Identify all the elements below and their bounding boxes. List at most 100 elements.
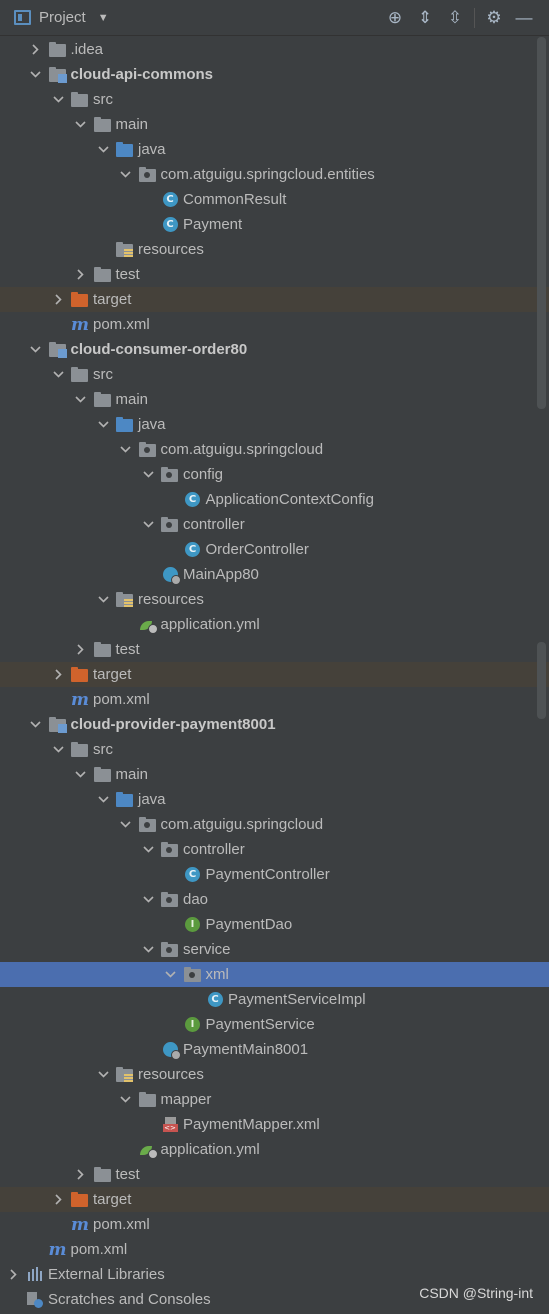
tree-item-label: main — [115, 116, 149, 133]
chevron-down-icon[interactable] — [119, 437, 133, 462]
tree-row[interactable]: C CommonResult — [0, 187, 549, 212]
chevron-right-icon[interactable] — [74, 637, 88, 662]
tree-row[interactable]: m pom.xml — [0, 1237, 549, 1262]
tree-row[interactable]: java — [0, 412, 549, 437]
locate-icon[interactable]: ⊕ — [380, 3, 410, 33]
chevron-right-icon[interactable] — [74, 262, 88, 287]
chevron-down-icon[interactable] — [74, 387, 88, 412]
chevron-down-icon[interactable] — [141, 837, 155, 862]
tree-row[interactable]: src — [0, 87, 549, 112]
tree-row[interactable]: m pom.xml — [0, 1212, 549, 1237]
tree-row[interactable]: test — [0, 637, 549, 662]
settings-icon[interactable]: ⚙ — [479, 3, 509, 33]
chevron-down-icon[interactable] — [141, 512, 155, 537]
chevron-down-icon[interactable] — [96, 787, 110, 812]
tree-row[interactable]: dao — [0, 887, 549, 912]
tree-row[interactable]: application.yml — [0, 612, 549, 637]
tree-row[interactable]: I PaymentService — [0, 1012, 549, 1037]
tree-row[interactable]: src — [0, 362, 549, 387]
chevron-right-icon[interactable] — [6, 1262, 20, 1287]
hide-icon[interactable]: — — [509, 3, 539, 33]
project-view-selector[interactable]: Project ▼ — [14, 9, 109, 26]
tree-row[interactable]: src — [0, 737, 549, 762]
chevron-down-icon[interactable] — [96, 412, 110, 437]
tree-row[interactable]: java — [0, 137, 549, 162]
chevron-down-icon[interactable] — [141, 462, 155, 487]
tree-row[interactable]: m pom.xml — [0, 312, 549, 337]
tree-row[interactable]: main — [0, 762, 549, 787]
tree-row[interactable]: com.atguigu.springcloud — [0, 437, 549, 462]
tree-row[interactable]: xml — [0, 962, 549, 987]
chevron-down-icon[interactable] — [141, 887, 155, 912]
tree-row[interactable]: resources — [0, 587, 549, 612]
tree-row[interactable]: config — [0, 462, 549, 487]
chevron-down-icon[interactable] — [51, 87, 65, 112]
chevron-right-icon[interactable] — [51, 662, 65, 687]
tree-row[interactable]: resources — [0, 237, 549, 262]
tree-item-label: PaymentMain8001 — [183, 1041, 309, 1058]
chevron-down-icon[interactable] — [141, 937, 155, 962]
chevron-down-icon[interactable] — [96, 137, 110, 162]
tree-row[interactable]: java — [0, 787, 549, 812]
package-icon — [138, 816, 157, 834]
tree-row[interactable]: PaymentMain8001 — [0, 1037, 549, 1062]
chevron-down-icon[interactable] — [51, 737, 65, 762]
tree-row[interactable]: main — [0, 112, 549, 137]
chevron-down-icon[interactable] — [51, 362, 65, 387]
tree-row[interactable]: com.atguigu.springcloud — [0, 812, 549, 837]
tree-row[interactable]: service — [0, 937, 549, 962]
tree-row[interactable]: m pom.xml — [0, 687, 549, 712]
tree-row[interactable]: .idea — [0, 37, 549, 62]
chevron-down-icon[interactable] — [96, 587, 110, 612]
tree-row[interactable]: target — [0, 1187, 549, 1212]
chevron-down-icon[interactable] — [119, 162, 133, 187]
scrollbar-thumb-secondary[interactable] — [537, 642, 546, 719]
tree-row[interactable]: C PaymentServiceImpl — [0, 987, 549, 1012]
tree-item-label: MainApp80 — [183, 566, 259, 583]
chevron-down-icon[interactable] — [119, 812, 133, 837]
tree-row[interactable]: <> PaymentMapper.xml — [0, 1112, 549, 1137]
tree-item-label: java — [138, 141, 166, 158]
chevron-down-icon[interactable] — [96, 1062, 110, 1087]
tree-row[interactable]: cloud-api-commons — [0, 62, 549, 87]
arrow-spacer — [51, 312, 65, 337]
tree-row[interactable]: controller — [0, 837, 549, 862]
tree-row[interactable]: com.atguigu.springcloud.entities — [0, 162, 549, 187]
tree-row[interactable]: resources — [0, 1062, 549, 1087]
tree-row[interactable]: cloud-consumer-order80 — [0, 337, 549, 362]
scrollbar-thumb[interactable] — [537, 37, 546, 409]
expand-all-icon[interactable]: ⇕ — [410, 3, 440, 33]
tree-row[interactable]: I PaymentDao — [0, 912, 549, 937]
tree-row[interactable]: C PaymentController — [0, 862, 549, 887]
tree-row[interactable]: target — [0, 287, 549, 312]
chevron-down-icon[interactable] — [164, 962, 178, 987]
tree-row[interactable]: C ApplicationContextConfig — [0, 487, 549, 512]
chevron-right-icon[interactable] — [29, 37, 43, 62]
collapse-all-icon[interactable]: ⇳ — [440, 3, 470, 33]
tree-row[interactable]: cloud-provider-payment8001 — [0, 712, 549, 737]
tree-row[interactable]: main — [0, 387, 549, 412]
tree-row[interactable]: C Payment — [0, 212, 549, 237]
tree-row[interactable]: C OrderController — [0, 537, 549, 562]
tree-row[interactable]: External Libraries — [0, 1262, 549, 1287]
chevron-down-icon[interactable] — [29, 712, 43, 737]
chevron-down-icon[interactable] — [29, 337, 43, 362]
tree-row[interactable]: test — [0, 1162, 549, 1187]
package-icon — [138, 441, 157, 459]
chevron-down-icon[interactable] — [74, 112, 88, 137]
tree-item-label: config — [183, 466, 224, 483]
chevron-down-icon[interactable] — [119, 1087, 133, 1112]
tree-row[interactable]: test — [0, 262, 549, 287]
chevron-right-icon[interactable] — [74, 1162, 88, 1187]
tree-row[interactable]: application.yml — [0, 1137, 549, 1162]
chevron-right-icon[interactable] — [51, 1187, 65, 1212]
chevron-down-icon[interactable] — [74, 762, 88, 787]
tree-row[interactable]: MainApp80 — [0, 562, 549, 587]
tree-row[interactable]: mapper — [0, 1087, 549, 1112]
tree-row[interactable]: target — [0, 662, 549, 687]
tree-row[interactable]: controller — [0, 512, 549, 537]
chevron-right-icon[interactable] — [51, 287, 65, 312]
arrow-spacer — [51, 687, 65, 712]
package-icon — [161, 841, 179, 859]
chevron-down-icon[interactable] — [29, 62, 43, 87]
